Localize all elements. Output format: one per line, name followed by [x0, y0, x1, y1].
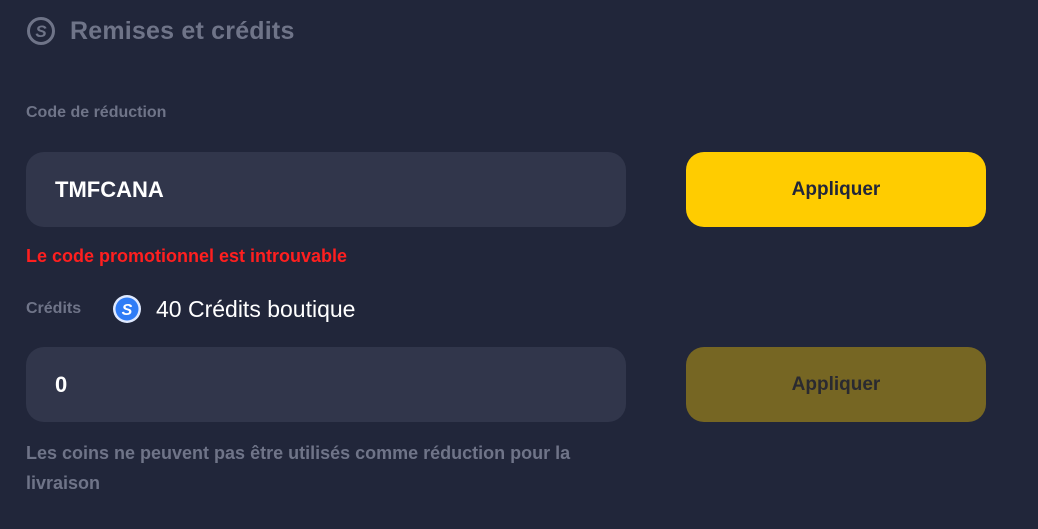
dollar-coin-icon: S — [26, 16, 56, 46]
discount-code-input[interactable]: TMFCANA — [26, 152, 626, 227]
section-header: S Remises et crédits — [26, 16, 295, 46]
credits-row: Crédits S 40 Crédits boutique — [26, 294, 355, 324]
credits-balance: 40 Crédits boutique — [156, 295, 356, 322]
shop-credit-coin-icon: S — [112, 294, 142, 324]
svg-text:S: S — [122, 302, 133, 319]
svg-text:S: S — [35, 22, 47, 41]
section-title: Remises et crédits — [70, 16, 295, 45]
apply-discount-button[interactable]: Appliquer — [686, 152, 986, 227]
credits-label: Crédits — [26, 300, 82, 317]
discount-code-label: Code de réduction — [26, 104, 167, 121]
credits-shipping-note: Les coins ne peuvent pas être utilisés c… — [26, 443, 571, 493]
discount-error-message: Le code promotionnel est introuvable — [26, 246, 348, 266]
apply-credits-button[interactable]: Appliquer — [686, 347, 986, 422]
credits-amount-input[interactable]: 0 — [26, 347, 626, 422]
